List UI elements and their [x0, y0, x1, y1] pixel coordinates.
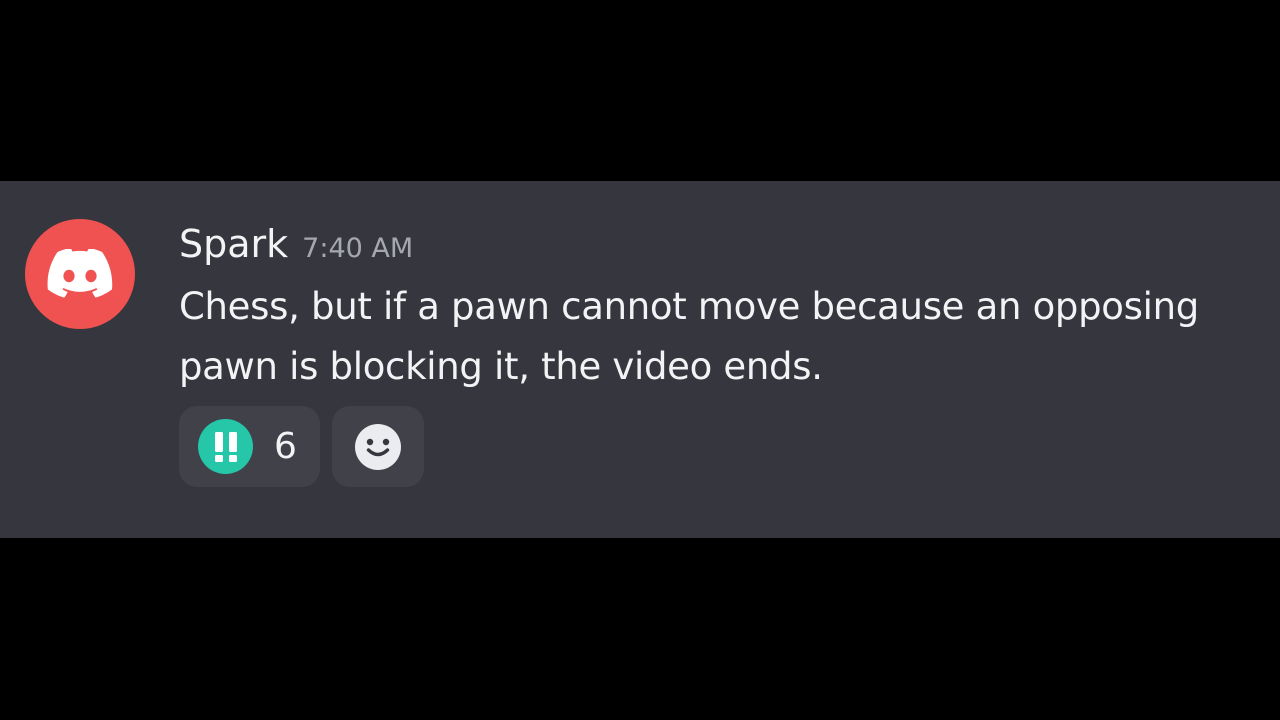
reaction-bangbang[interactable]: 6	[179, 406, 320, 487]
reactions-bar: 6	[179, 406, 424, 487]
user-avatar[interactable]	[25, 219, 135, 329]
double-exclamation-icon	[198, 419, 253, 474]
discord-logo-icon	[47, 249, 113, 298]
add-reaction-button[interactable]	[332, 406, 424, 487]
message-content: Chess, but if a pawn cannot move because…	[179, 285, 1199, 388]
message-header: Spark 7:40 AM	[179, 221, 413, 272]
message-row: Spark 7:40 AM Chess, but if a pawn cannot…	[0, 181, 1280, 538]
reaction-count: 6	[274, 425, 297, 467]
timestamp[interactable]: 7:40 AM	[302, 226, 413, 272]
username[interactable]: Spark	[179, 221, 288, 267]
add-reaction-smiley-icon	[355, 423, 401, 470]
